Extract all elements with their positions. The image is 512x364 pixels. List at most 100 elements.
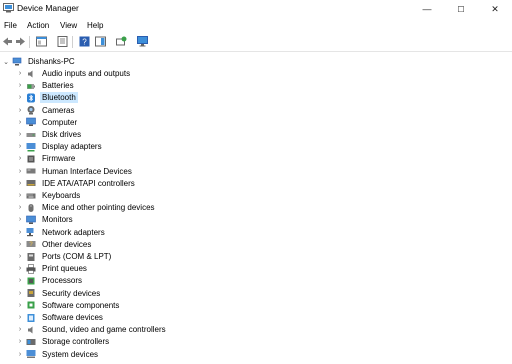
tree-item-security-devices[interactable]: › Security devices: [16, 288, 102, 299]
software-device-icon: [26, 313, 36, 323]
help-icon[interactable]: ?: [79, 36, 90, 47]
tree-item-monitors[interactable]: › Monitors: [16, 214, 75, 225]
tree-item-mice-and-other-pointing-devices[interactable]: › Mice and other pointing devices: [16, 202, 157, 213]
display-adapter-icon: [26, 142, 36, 152]
maximize-button[interactable]: ☐: [444, 0, 478, 18]
tree-item-processors[interactable]: › Processors: [16, 275, 84, 286]
tree-item-display-adapters[interactable]: › Display adapters: [16, 141, 104, 152]
network-icon: [26, 227, 36, 237]
tree-item-label: Network adapters: [42, 227, 105, 237]
printer-icon: [26, 263, 36, 274]
chevron-right-icon[interactable]: ›: [16, 251, 24, 262]
scan-hardware-changes-icon[interactable]: [116, 36, 127, 47]
chevron-right-icon[interactable]: ›: [16, 141, 24, 152]
tree-item-other-devices[interactable]: ›? Other devices: [16, 239, 93, 250]
processor-icon: [26, 276, 36, 286]
keyboard-icon: [26, 191, 36, 201]
battery-icon: [26, 81, 36, 91]
action-pane-icon[interactable]: [95, 36, 106, 47]
title-bar: Device Manager — ☐ ✕: [0, 0, 512, 18]
tree-item-label: Other devices: [42, 239, 92, 249]
tree-item-computer[interactable]: › Computer: [16, 117, 79, 128]
properties-icon[interactable]: [57, 36, 68, 47]
tree-item-ports-com-lpt[interactable]: › Ports (COM & LPT): [16, 251, 113, 262]
chevron-right-icon[interactable]: ›: [16, 312, 24, 323]
chevron-right-icon[interactable]: ›: [16, 227, 24, 238]
forward-arrow-icon[interactable]: [15, 36, 26, 47]
camera-icon: [26, 105, 36, 115]
speaker-icon: [26, 69, 36, 79]
tree-item-label: Display adapters: [42, 142, 102, 152]
tree-item-software-components[interactable]: › Software components: [16, 300, 121, 311]
tree-item-label: Storage controllers: [42, 337, 110, 347]
chevron-right-icon[interactable]: ›: [16, 68, 24, 79]
chevron-right-icon[interactable]: ›: [16, 300, 24, 311]
monitor-icon: [26, 215, 36, 225]
tree-item-audio-inputs-and-outputs[interactable]: › Audio inputs and outputs: [16, 68, 132, 79]
chevron-right-icon[interactable]: ›: [16, 80, 24, 91]
tree-item-label: Sound, video and game controllers: [42, 325, 166, 335]
storage-icon: [26, 337, 36, 347]
menu-file[interactable]: File: [4, 21, 17, 30]
chevron-right-icon[interactable]: ›: [16, 166, 24, 177]
chevron-right-icon[interactable]: ›: [16, 214, 24, 225]
chevron-right-icon[interactable]: ›: [16, 202, 24, 213]
chevron-right-icon[interactable]: ›: [16, 105, 24, 116]
chevron-right-icon[interactable]: ›: [16, 239, 24, 250]
menu-view[interactable]: View: [60, 21, 77, 30]
chevron-right-icon[interactable]: ›: [16, 336, 24, 347]
tree-item-bluetooth[interactable]: › Bluetooth: [16, 92, 78, 104]
tree-item-print-queues[interactable]: › Print queues: [16, 263, 89, 274]
system-icon: [26, 349, 36, 359]
chevron-right-icon[interactable]: ›: [16, 324, 24, 335]
tree-item-label: Monitors: [42, 215, 73, 225]
menu-help[interactable]: Help: [87, 21, 103, 30]
menu-bar: File Action View Help: [0, 19, 512, 32]
chevron-right-icon[interactable]: ›: [16, 117, 24, 128]
chevron-right-icon[interactable]: ›: [16, 263, 24, 274]
chevron-right-icon[interactable]: ›: [16, 275, 24, 286]
sound-icon: [26, 325, 36, 335]
hid-icon: [26, 166, 36, 176]
tree-item-label: Processors: [42, 276, 83, 286]
tree-item-system-devices[interactable]: › System devices: [16, 349, 100, 360]
port-icon: [26, 252, 36, 262]
toolbar: ?: [0, 33, 512, 52]
update-driver-monitor-icon[interactable]: [137, 36, 148, 47]
chevron-right-icon[interactable]: ›: [16, 288, 24, 299]
chevron-right-icon[interactable]: ›: [16, 153, 24, 164]
chevron-down-icon[interactable]: ⌄: [2, 56, 10, 67]
chevron-right-icon[interactable]: ›: [16, 178, 24, 189]
window-title: Device Manager: [17, 3, 79, 13]
chevron-right-icon[interactable]: ›: [16, 92, 24, 103]
chevron-right-icon[interactable]: ›: [16, 349, 24, 360]
chevron-right-icon[interactable]: ›: [16, 129, 24, 140]
tree-item-label: Disk drives: [42, 130, 82, 139]
menu-action[interactable]: Action: [27, 21, 49, 30]
tree-item-label: IDE ATA/ATAPI controllers: [42, 178, 135, 188]
show-hide-console-tree-icon[interactable]: [36, 36, 47, 47]
tree-item-firmware[interactable]: › Firmware: [16, 153, 77, 164]
tree-item-network-adapters[interactable]: › Network adapters: [16, 227, 107, 238]
tree-item-batteries[interactable]: › Batteries: [16, 80, 76, 91]
tree-item-sound-video-and-game-controllers[interactable]: › Sound, video and game controllers: [16, 324, 168, 335]
tree-item-ide-ata-atapi-controllers[interactable]: › IDE ATA/ATAPI controllers: [16, 178, 137, 189]
tree-item-label: Keyboards: [42, 191, 81, 200]
tree-item-label: Batteries: [42, 81, 74, 91]
tree-item-human-interface-devices[interactable]: › Human Interface Devices: [16, 166, 134, 177]
tree-item-label: Human Interface Devices: [42, 166, 132, 176]
tree-root[interactable]: ⌄ Dishanks-PC: [2, 56, 77, 67]
tree-item-storage-controllers[interactable]: › Storage controllers: [16, 336, 111, 347]
chevron-right-icon[interactable]: ›: [16, 190, 24, 201]
tree-item-keyboards[interactable]: › Keyboards: [16, 190, 82, 201]
other-device-icon: ?: [26, 239, 36, 249]
device-tree: ⌄ Dishanks-PC › Audio inputs and outputs ›…: [0, 53, 512, 364]
minimize-button[interactable]: —: [410, 0, 444, 18]
back-arrow-icon[interactable]: [2, 36, 13, 47]
bluetooth-icon: [26, 93, 36, 103]
tree-item-software-devices[interactable]: › Software devices: [16, 312, 105, 323]
root-label: Dishanks-PC: [28, 57, 75, 66]
tree-item-cameras[interactable]: › Cameras: [16, 105, 76, 116]
tree-item-disk-drives[interactable]: › Disk drives: [16, 129, 83, 140]
close-button[interactable]: ✕: [478, 0, 512, 18]
